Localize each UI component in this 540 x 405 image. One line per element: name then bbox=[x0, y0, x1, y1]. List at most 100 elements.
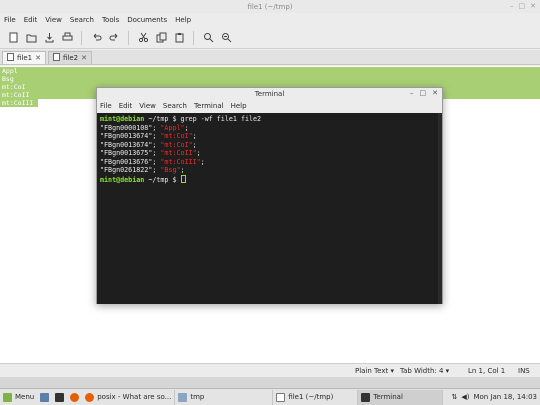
launcher-terminal[interactable] bbox=[52, 390, 67, 405]
editor-line: mt:CoI bbox=[2, 83, 26, 91]
match-text: "mt:CoI" bbox=[160, 140, 193, 149]
match-text: "Bsg" bbox=[160, 166, 181, 174]
terminal-menu-help[interactable]: Help bbox=[231, 102, 247, 110]
menu-button[interactable]: Menu bbox=[0, 390, 37, 405]
replace-icon[interactable] bbox=[219, 31, 233, 45]
print-icon[interactable] bbox=[60, 31, 74, 45]
terminal-title: Terminal bbox=[254, 90, 285, 98]
selected-line-highlight bbox=[0, 67, 540, 75]
task-file-manager[interactable]: tmp bbox=[175, 389, 274, 405]
terminal-icon bbox=[361, 392, 371, 402]
editor-line: mt:CoIII bbox=[2, 99, 34, 107]
volume-icon[interactable]: ◀) bbox=[461, 393, 469, 401]
cut-icon[interactable] bbox=[136, 31, 150, 45]
launcher-firefox[interactable] bbox=[67, 390, 82, 405]
editor-line: Bsg bbox=[2, 75, 14, 83]
redo-icon[interactable] bbox=[107, 31, 121, 45]
search-icon[interactable] bbox=[201, 31, 215, 45]
task-label: tmp bbox=[190, 393, 205, 401]
terminal-window-controls: – □ ✕ bbox=[410, 89, 438, 97]
text-editor-icon bbox=[276, 392, 286, 402]
network-icon[interactable]: ⇅ bbox=[451, 393, 457, 401]
cursor-position: Ln 1, Col 1 bbox=[468, 367, 506, 375]
undo-icon[interactable] bbox=[89, 31, 103, 45]
menu-tools[interactable]: Tools bbox=[102, 16, 119, 24]
gedit-menubar: File Edit View Search Tools Documents He… bbox=[0, 13, 540, 26]
terminal-menu-terminal[interactable]: Terminal bbox=[194, 102, 224, 110]
open-icon[interactable] bbox=[24, 31, 38, 45]
terminal-menu-file[interactable]: File bbox=[100, 102, 112, 110]
close-tab-icon[interactable]: ✕ bbox=[35, 54, 41, 62]
gene-id: "FBgn0013675"; bbox=[100, 149, 161, 157]
task-browser[interactable]: posix - What are so... bbox=[82, 389, 176, 405]
close-icon[interactable]: ✕ bbox=[432, 89, 438, 97]
task-label: Terminal bbox=[373, 393, 403, 401]
close-icon[interactable]: ✕ bbox=[530, 2, 536, 10]
task-label: posix - What are so... bbox=[97, 393, 172, 401]
terminal-window: Terminal – □ ✕ File Edit View Search Ter… bbox=[96, 87, 443, 304]
document-icon bbox=[7, 53, 14, 63]
terminal-menubar: File Edit View Search Terminal Help bbox=[97, 100, 442, 112]
task-terminal[interactable]: Terminal bbox=[358, 389, 444, 405]
terminal-menu-edit[interactable]: Edit bbox=[119, 102, 133, 110]
taskbar: Menu posix - What are so... tmp file1 (~… bbox=[0, 388, 540, 405]
line-tail: ; bbox=[192, 132, 197, 140]
menu-file[interactable]: File bbox=[4, 16, 16, 24]
gedit-window-controls: – □ ✕ bbox=[510, 2, 536, 10]
command-line: mint@debian ~/tmp $ grep -wf file1 file2 bbox=[100, 115, 439, 124]
paste-icon[interactable] bbox=[172, 31, 186, 45]
clock[interactable]: Mon Jan 18, 14:03 bbox=[473, 393, 537, 401]
launcher-show-desktop[interactable] bbox=[37, 390, 52, 405]
match-text: "mt:CoI" bbox=[160, 132, 193, 140]
save-icon[interactable] bbox=[42, 31, 56, 45]
menu-search[interactable]: Search bbox=[70, 16, 94, 24]
tab-label: file1 bbox=[17, 54, 33, 62]
insert-mode: INS bbox=[518, 367, 530, 375]
mint-logo-icon bbox=[3, 392, 12, 402]
toolbar-separator bbox=[81, 30, 82, 45]
copy-icon[interactable] bbox=[154, 31, 168, 45]
gene-id: "FBgn0000108"; bbox=[100, 123, 161, 132]
gene-id: "FBgn0013676"; bbox=[100, 157, 161, 166]
tab-label: file2 bbox=[63, 54, 79, 62]
tab-width-selector[interactable]: Tab Width: 4 ▾ bbox=[400, 367, 449, 375]
editor-line: Appl bbox=[2, 67, 18, 75]
output-line: "FBgn0013674"; "mt:CoI"; bbox=[100, 132, 439, 141]
task-label: file1 (~/tmp) bbox=[288, 393, 334, 401]
terminal-scrollbar[interactable] bbox=[438, 113, 442, 304]
gedit-tabbar: file1 ✕ file2 ✕ bbox=[0, 50, 540, 65]
line-tail: ; bbox=[180, 166, 185, 174]
line-tail: ; bbox=[184, 123, 189, 132]
gedit-title: file1 (~/tmp) bbox=[247, 2, 293, 11]
tab-file2[interactable]: file2 ✕ bbox=[48, 51, 92, 64]
gene-id: "FBgn0261822"; bbox=[100, 166, 161, 174]
output-line: "FBgn0013675"; "mt:CoII"; bbox=[100, 149, 439, 158]
close-tab-icon[interactable]: ✕ bbox=[81, 54, 87, 62]
new-document-icon[interactable] bbox=[6, 31, 20, 45]
system-tray: ⇅ ◀) Mon Jan 18, 14:03 bbox=[448, 390, 540, 405]
tab-file1[interactable]: file1 ✕ bbox=[2, 51, 46, 64]
gene-id: "FBgn0013674"; bbox=[100, 132, 161, 140]
terminal-titlebar: Terminal bbox=[97, 88, 442, 100]
terminal-output[interactable]: mint@debian ~/tmp $ grep -wf file1 file2… bbox=[97, 113, 442, 304]
output-line: "FBgn0000108"; "Appl"; bbox=[100, 124, 439, 133]
minimize-icon[interactable]: – bbox=[410, 89, 414, 97]
maximize-icon[interactable]: □ bbox=[420, 89, 427, 97]
menu-documents[interactable]: Documents bbox=[127, 16, 167, 24]
prompt-cwd: ~/tmp $ bbox=[144, 175, 181, 184]
task-gedit[interactable]: file1 (~/tmp) bbox=[273, 389, 359, 405]
line-tail: ; bbox=[192, 140, 197, 149]
terminal-menu-search[interactable]: Search bbox=[163, 102, 187, 110]
language-selector[interactable]: Plain Text ▾ bbox=[355, 367, 394, 375]
menu-help[interactable]: Help bbox=[175, 16, 191, 24]
terminal-icon bbox=[55, 392, 65, 402]
menu-edit[interactable]: Edit bbox=[24, 16, 38, 24]
minimize-icon[interactable]: – bbox=[510, 2, 514, 10]
firefox-icon bbox=[70, 392, 80, 402]
terminal-menu-view[interactable]: View bbox=[139, 102, 156, 110]
current-prompt-line: mint@debian ~/tmp $ bbox=[100, 174, 439, 184]
maximize-icon[interactable]: □ bbox=[519, 2, 526, 10]
output-line: "FBgn0013676"; "mt:CoIII"; bbox=[100, 158, 439, 167]
menu-view[interactable]: View bbox=[45, 16, 62, 24]
command-text: grep -wf file1 file2 bbox=[180, 115, 262, 123]
